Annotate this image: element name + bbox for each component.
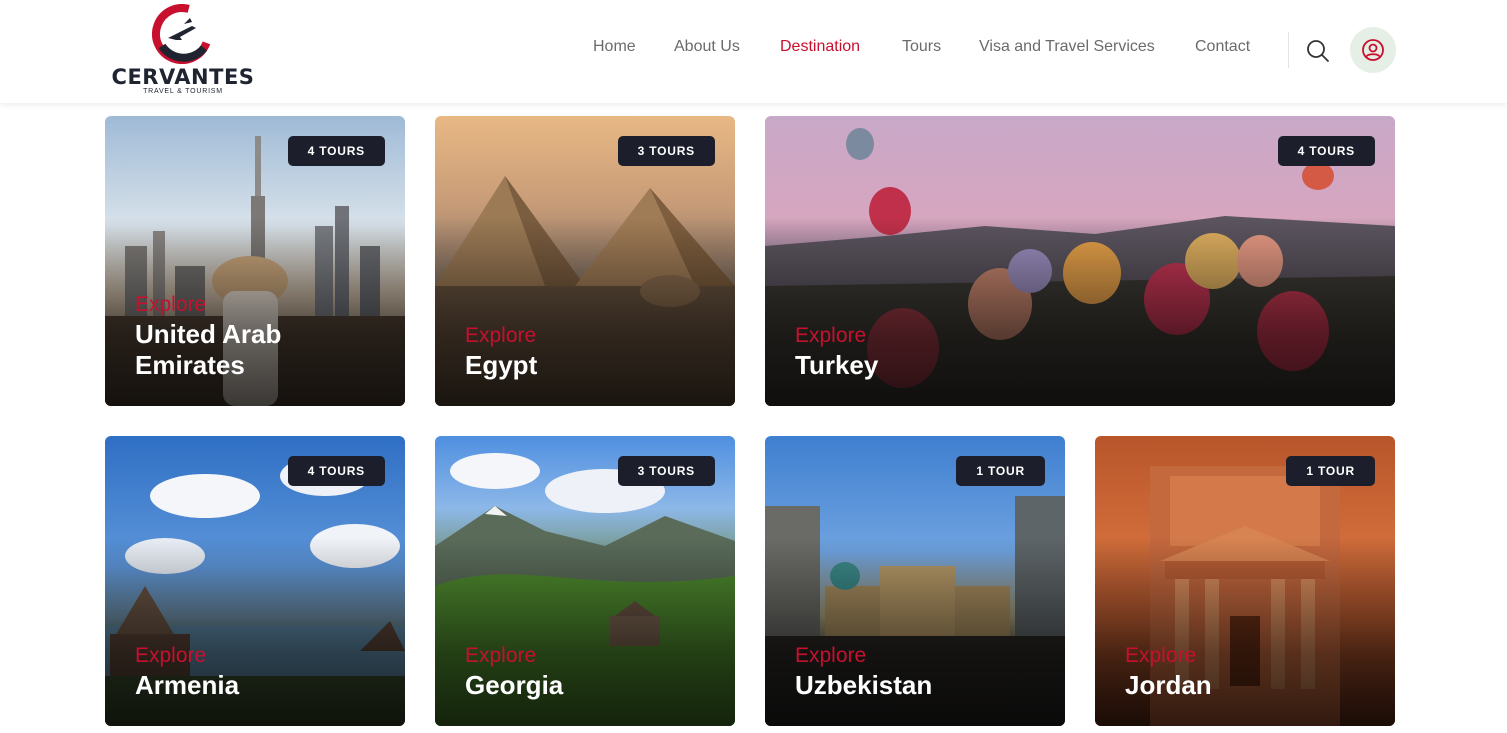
destination-name: Armenia [135,670,240,700]
explore-label: Explore [795,324,867,347]
explore-label: Explore [135,644,207,667]
destination-card-egypt[interactable]: 3 TOURS Explore Egypt [435,116,735,406]
destination-name: Uzbekistan [795,670,933,700]
search-icon [1307,40,1329,62]
explore-label: Explore [1125,644,1197,667]
destination-card-armenia[interactable]: 4 TOURS Explore Armenia [105,436,405,726]
destination-name: Jordan [1125,670,1212,700]
nav-about-us[interactable]: About Us [674,38,740,56]
user-icon [1362,39,1384,61]
destination-card-turkey[interactable]: 4 TOURS Explore Turkey [765,116,1395,406]
tour-count-badge: 4 TOURS [1277,136,1375,166]
nav-tours[interactable]: Tours [902,38,941,56]
destination-card-jordan[interactable]: 1 TOUR Explore Jordan [1095,436,1395,726]
tour-count-badge: 1 TOUR [1286,456,1375,486]
destination-card-georgia[interactable]: 3 TOURS Explore Georgia [435,436,735,726]
explore-label: Explore [795,644,867,667]
destination-name: Georgia [465,670,564,700]
brand-tagline: TRAVEL & TOURISM [143,88,223,95]
tour-count-badge: 3 TOURS [617,456,715,486]
nav-destination[interactable]: Destination [780,38,860,56]
cervantes-logo-icon [152,4,212,64]
tour-count-badge: 3 TOURS [617,136,715,166]
brand-name: CERVANTES [111,65,255,89]
nav-divider [1288,32,1289,68]
explore-label: Explore [135,293,207,316]
nav-visa-travel-services[interactable]: Visa and Travel Services [979,38,1155,56]
destination-name: United Arab Emirates [135,319,282,380]
tour-count-badge: 4 TOURS [287,456,385,486]
destination-card-uzbekistan[interactable]: 1 TOUR Explore Uzbekistan [765,436,1065,726]
destination-name: Egypt [465,350,538,380]
nav-contact[interactable]: Contact [1195,38,1250,56]
destination-card-uae[interactable]: 4 TOURS Explore United Arab Emirates [105,116,405,406]
user-account-button[interactable] [1350,27,1396,73]
nav-home[interactable]: Home [593,38,636,56]
explore-label: Explore [465,644,537,667]
destination-name: Turkey [795,350,879,380]
site-header: CERVANTES TRAVEL & TOURISM Home About Us… [0,0,1507,103]
tour-count-badge: 4 TOURS [287,136,385,166]
explore-label: Explore [465,324,537,347]
tour-count-badge: 1 TOUR [956,456,1045,486]
search-button[interactable] [1305,38,1331,64]
brand-logo[interactable]: CERVANTES TRAVEL & TOURISM [110,4,260,98]
